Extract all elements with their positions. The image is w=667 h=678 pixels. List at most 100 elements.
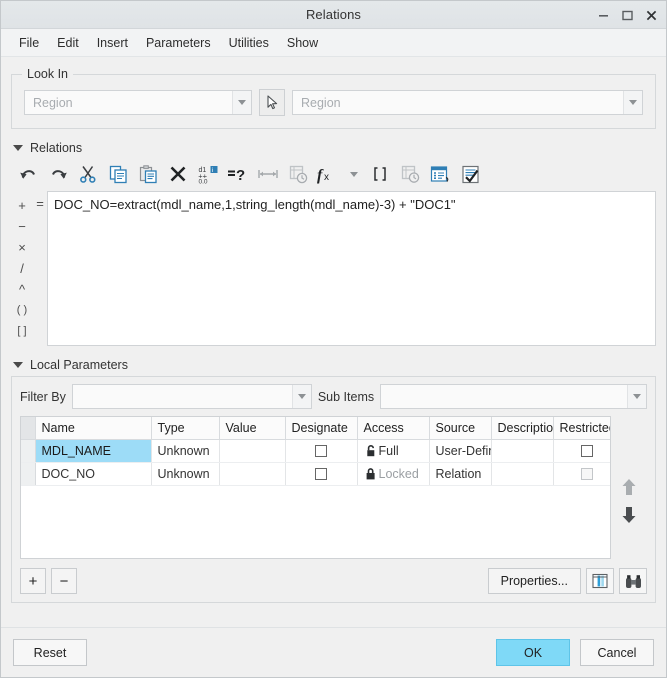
menu-item-parameters[interactable]: Parameters [137, 33, 220, 53]
column-header-restricted[interactable]: Restricted [553, 417, 611, 439]
cell-value[interactable] [219, 439, 285, 462]
designate-checkbox[interactable] [315, 445, 327, 457]
collapse-triangle-icon[interactable] [13, 145, 23, 151]
column-header-value[interactable]: Value [219, 417, 285, 439]
insert-dimension-button[interactable] [253, 160, 283, 188]
function-dropdown-button[interactable] [343, 160, 365, 188]
cell-access[interactable]: Full [357, 439, 429, 462]
cell-source[interactable]: Relation [429, 462, 491, 485]
execute-button[interactable] [455, 160, 485, 188]
operator-minus[interactable]: − [11, 216, 33, 237]
find-button[interactable] [619, 568, 647, 594]
table-row[interactable]: DOC_NO Unknown [21, 462, 611, 485]
operator-multiply[interactable]: × [11, 237, 33, 258]
collapse-triangle-icon[interactable] [13, 362, 23, 368]
row-selector[interactable] [21, 462, 35, 485]
sub-items-label: Sub Items [318, 390, 374, 404]
remove-parameter-button[interactable]: − [51, 568, 77, 594]
chevron-down-icon[interactable] [627, 385, 646, 408]
history-button[interactable] [283, 160, 313, 188]
paste-button[interactable] [133, 160, 163, 188]
designate-checkbox[interactable] [315, 468, 327, 480]
parameters-table: Name Type Value Designate Access Source … [21, 417, 611, 486]
column-header-name[interactable]: Name [35, 417, 151, 439]
cell-description[interactable] [491, 439, 553, 462]
cell-access[interactable]: Locked [357, 462, 429, 485]
chevron-down-icon[interactable] [292, 385, 311, 408]
table-clock-icon [289, 165, 308, 184]
minimize-icon[interactable] [597, 9, 610, 22]
cell-designate[interactable] [285, 439, 357, 462]
cell-restricted[interactable] [553, 439, 611, 462]
relations-formula-textarea[interactable]: DOC_NO=extract(mdl_name,1,string_length(… [47, 191, 656, 346]
undo-button[interactable] [13, 160, 43, 188]
restricted-checkbox [581, 468, 593, 480]
restricted-checkbox[interactable] [581, 445, 593, 457]
move-down-arrow-icon[interactable] [621, 506, 637, 524]
chevron-down-icon[interactable] [232, 91, 251, 114]
decimal-places-icon: d1 i ++ 0.0 [198, 165, 219, 184]
column-header-access[interactable]: Access [357, 417, 429, 439]
menu-item-show[interactable]: Show [278, 33, 327, 53]
column-header-source[interactable]: Source [429, 417, 491, 439]
column-layout-button[interactable] [586, 568, 614, 594]
relation-history-button[interactable] [395, 160, 425, 188]
delete-button[interactable] [163, 160, 193, 188]
menu-item-edit[interactable]: Edit [48, 33, 88, 53]
grid-corner-cell[interactable] [21, 417, 35, 439]
filter-by-combo[interactable] [72, 384, 312, 409]
cell-name[interactable]: DOC_NO [35, 462, 151, 485]
table-clock2-icon [401, 165, 420, 184]
chevron-down-icon[interactable] [623, 91, 642, 114]
operator-brackets[interactable]: [ ] [11, 321, 33, 342]
cell-restricted[interactable] [553, 462, 611, 485]
row-selector[interactable] [21, 439, 35, 462]
copy-button[interactable] [103, 160, 133, 188]
cell-value[interactable] [219, 462, 285, 485]
move-up-arrow-icon[interactable] [621, 478, 637, 496]
reset-button[interactable]: Reset [13, 639, 87, 666]
select-cursor-button[interactable] [259, 89, 285, 116]
column-header-description[interactable]: Descriptio [491, 417, 553, 439]
menu-item-insert[interactable]: Insert [88, 33, 137, 53]
decimal-places-button[interactable]: d1 i ++ 0.0 [193, 160, 223, 188]
operator-divide[interactable]: / [11, 258, 33, 279]
cell-designate[interactable] [285, 462, 357, 485]
operator-parens[interactable]: ( ) [11, 300, 33, 321]
cut-button[interactable] [73, 160, 103, 188]
sub-items-combo[interactable] [380, 384, 647, 409]
insert-function-button[interactable]: f x [313, 160, 343, 188]
parameters-grid-scroll[interactable]: Name Type Value Designate Access Source … [20, 416, 611, 559]
cell-type[interactable]: Unknown [151, 439, 219, 462]
maximize-icon[interactable] [621, 9, 634, 22]
relations-section-header[interactable]: Relations [13, 141, 656, 155]
menu-item-utilities[interactable]: Utilities [220, 33, 278, 53]
cut-icon [79, 165, 97, 183]
operator-plus[interactable]: + [11, 195, 33, 216]
cell-name[interactable]: MDL_NAME [35, 439, 151, 462]
formula-editor-area: + − × / ^ ( ) [ ] = DOC_NO=extract(mdl_n… [11, 191, 656, 346]
close-icon[interactable] [645, 9, 658, 22]
cell-description[interactable] [491, 462, 553, 485]
insert-parameter-button[interactable] [425, 160, 455, 188]
menu-item-file[interactable]: File [10, 33, 48, 53]
cell-type[interactable]: Unknown [151, 462, 219, 485]
properties-button[interactable]: Properties... [488, 568, 581, 594]
delete-x-icon [169, 165, 187, 183]
window-controls [597, 1, 658, 29]
insert-brackets-button[interactable] [365, 160, 395, 188]
verify-relations-icon: ? [227, 165, 249, 183]
cell-source[interactable]: User-Define [429, 439, 491, 462]
table-row[interactable]: MDL_NAME Unknown [21, 439, 611, 462]
verify-button[interactable]: ? [223, 160, 253, 188]
column-header-designate[interactable]: Designate [285, 417, 357, 439]
add-parameter-button[interactable]: + [20, 568, 46, 594]
local-parameters-section-header[interactable]: Local Parameters [13, 358, 656, 372]
operator-power[interactable]: ^ [11, 279, 33, 300]
look-in-target-combo[interactable]: Region [292, 90, 643, 115]
ok-button[interactable]: OK [496, 639, 570, 666]
cancel-button[interactable]: Cancel [580, 639, 654, 666]
redo-button[interactable] [43, 160, 73, 188]
column-header-type[interactable]: Type [151, 417, 219, 439]
look-in-type-combo[interactable]: Region [24, 90, 252, 115]
